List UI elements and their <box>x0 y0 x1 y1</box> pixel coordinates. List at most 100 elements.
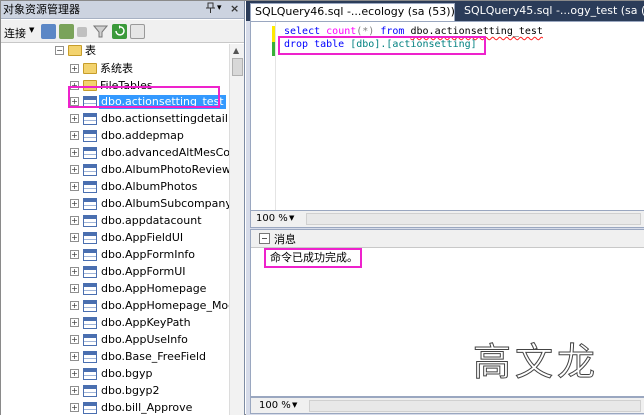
tree-scrollbar[interactable]: ▲ <box>229 44 244 415</box>
document-tab-bar: SQLQuery46.sql -...ecology (sa (53))* SQ… <box>246 1 644 21</box>
tree-item-table[interactable]: + dbo.AppHomepage_Mode <box>1 297 229 315</box>
tree-item-table[interactable]: + dbo.AppFormInfo <box>1 246 229 264</box>
tree-item-label: dbo.bgyp2 <box>101 384 160 397</box>
tree-item-table[interactable]: + dbo.AppFormUI <box>1 263 229 281</box>
expand-icon[interactable]: + <box>70 352 79 361</box>
expand-icon[interactable]: + <box>70 369 79 378</box>
tree-item-table[interactable]: + dbo.addepmap <box>1 127 229 145</box>
tree-item-table[interactable]: + dbo.AlbumSubcompany <box>1 195 229 213</box>
tree-item-label: dbo.AlbumSubcompany <box>101 197 229 210</box>
table-icon <box>83 215 97 227</box>
ssms-window: 对象资源管理器 ▾ × 连接 ▼ − 表 + 系统表 + FileTables … <box>0 0 644 415</box>
zoom-dropdown-icon[interactable]: ▼ <box>289 214 294 222</box>
expand-icon[interactable]: + <box>70 335 79 344</box>
tree-item-label: dbo.advancedAltMesConfi <box>101 146 229 159</box>
expand-icon[interactable]: + <box>70 403 79 412</box>
object-explorer-toolbar: 连接 ▼ <box>1 20 244 43</box>
activity-monitor-icon[interactable] <box>130 24 145 39</box>
collapse-icon[interactable]: − <box>55 46 64 55</box>
close-icon[interactable]: × <box>230 2 239 15</box>
tab-sqlquery45[interactable]: SQLQuery45.sql -...ogy_test (sa (57)) <box>460 3 644 21</box>
expand-icon[interactable]: + <box>70 131 79 140</box>
saved-change-marker <box>272 42 275 56</box>
tree-item-tables[interactable]: − 表 <box>1 44 229 60</box>
expand-icon[interactable]: + <box>70 182 79 191</box>
tree-item-table[interactable]: + dbo.AppFieldUI <box>1 229 229 247</box>
connect-dropdown-icon[interactable]: ▼ <box>29 26 34 34</box>
message-icon <box>259 233 270 244</box>
results-status-bar: 100 % ▼ <box>250 397 644 414</box>
tree-item-label: dbo.AppFormInfo <box>101 248 196 261</box>
expand-icon[interactable]: + <box>70 284 79 293</box>
table-icon <box>83 334 97 346</box>
tree-item-label: dbo.AlbumPhotoReview <box>101 163 229 176</box>
table-icon <box>83 181 97 193</box>
tree-item-table[interactable]: + dbo.bgyp2 <box>1 382 229 400</box>
table-icon <box>83 283 97 295</box>
results-pane: 消息 命令已成功完成。 高文龙 <box>250 229 644 397</box>
connect-button[interactable]: 连接 <box>4 25 26 41</box>
table-icon <box>83 385 97 397</box>
tree-item-table[interactable]: + dbo.bill_Approve <box>1 399 229 415</box>
tree-item-table[interactable]: + dbo.bgyp <box>1 365 229 383</box>
tree-item-table[interactable]: + dbo.Base_FreeField <box>1 348 229 366</box>
unsaved-change-marker <box>272 26 275 42</box>
expand-icon[interactable]: + <box>70 233 79 242</box>
refresh-icon[interactable] <box>112 24 127 39</box>
zoom-dropdown-icon[interactable]: ▼ <box>292 401 297 409</box>
expand-icon[interactable]: + <box>70 386 79 395</box>
messages-tab-label: 消息 <box>274 233 296 246</box>
tree-item-system-tables[interactable]: + 系统表 <box>1 60 229 78</box>
scroll-up-icon[interactable]: ▲ <box>233 46 239 55</box>
table-icon <box>83 164 97 176</box>
editor-zoom-level[interactable]: 100 % <box>256 212 288 226</box>
tree-item-label: dbo.bgyp <box>101 367 153 380</box>
expand-icon[interactable]: + <box>70 114 79 123</box>
sql-editor[interactable]: select count(*) from dbo.actionsetting_t… <box>250 21 644 211</box>
tree-item-label: dbo.AppHomepage <box>101 282 207 295</box>
tree-item-label: dbo.addepmap <box>101 129 184 142</box>
disconnect-icon[interactable] <box>59 24 74 39</box>
object-explorer-pane: 对象资源管理器 ▾ × 连接 ▼ − 表 + 系统表 + FileTables … <box>1 1 245 415</box>
scrollbar-thumb[interactable] <box>232 58 243 76</box>
tree-item-table[interactable]: + dbo.AlbumPhotoReview <box>1 161 229 179</box>
results-horizontal-scrollbar[interactable] <box>309 400 641 412</box>
connect-object-explorer-icon[interactable] <box>41 24 56 39</box>
tree-item-label: dbo.Base_FreeField <box>101 350 207 363</box>
expand-icon[interactable]: + <box>70 318 79 327</box>
window-position-dropdown-icon[interactable]: ▾ <box>217 3 222 13</box>
tree-item-label: 表 <box>85 44 96 57</box>
filter-icon[interactable] <box>92 24 109 39</box>
tree-item-label: 系统表 <box>100 62 133 75</box>
tree-item-table[interactable]: + dbo.AppHomepage <box>1 280 229 298</box>
stop-icon[interactable] <box>77 27 87 37</box>
tab-sqlquery46[interactable]: SQLQuery46.sql -...ecology (sa (53))* <box>250 3 455 21</box>
expand-icon[interactable]: + <box>70 250 79 259</box>
messages-tab[interactable]: 消息 <box>251 230 644 248</box>
annotation-highlight-box <box>264 248 362 268</box>
tree-item-table[interactable]: + dbo.AppUseInfo <box>1 331 229 349</box>
tree-item-label: dbo.bill_Approve <box>101 401 193 414</box>
editor-status-bar: 100 % ▼ <box>250 211 644 228</box>
expand-icon[interactable]: + <box>70 301 79 310</box>
expand-icon[interactable]: + <box>70 199 79 208</box>
tree-item-table[interactable]: + dbo.appdatacount <box>1 212 229 230</box>
tree-item-table[interactable]: + dbo.advancedAltMesConfi <box>1 144 229 162</box>
results-zoom-level[interactable]: 100 % <box>259 399 291 413</box>
table-icon <box>83 198 97 210</box>
tree-item-table[interactable]: + dbo.actionsettingdetail <box>1 110 229 128</box>
expand-icon[interactable]: + <box>70 64 79 73</box>
expand-icon[interactable]: + <box>70 148 79 157</box>
table-icon <box>83 147 97 159</box>
watermark-text: 高文龙 <box>472 340 600 385</box>
tree-item-label: dbo.AppUseInfo <box>101 333 188 346</box>
editor-horizontal-scrollbar[interactable] <box>306 213 641 225</box>
expand-icon[interactable]: + <box>70 216 79 225</box>
tree-item-table[interactable]: + dbo.AlbumPhotos <box>1 178 229 196</box>
tree-item-table[interactable]: + dbo.AppKeyPath <box>1 314 229 332</box>
expand-icon[interactable]: + <box>70 165 79 174</box>
tree-item-label: dbo.AlbumPhotos <box>101 180 198 193</box>
pin-icon[interactable] <box>206 2 215 16</box>
expand-icon[interactable]: + <box>70 267 79 276</box>
query-area: SQLQuery46.sql -...ecology (sa (53))* SQ… <box>246 1 644 415</box>
